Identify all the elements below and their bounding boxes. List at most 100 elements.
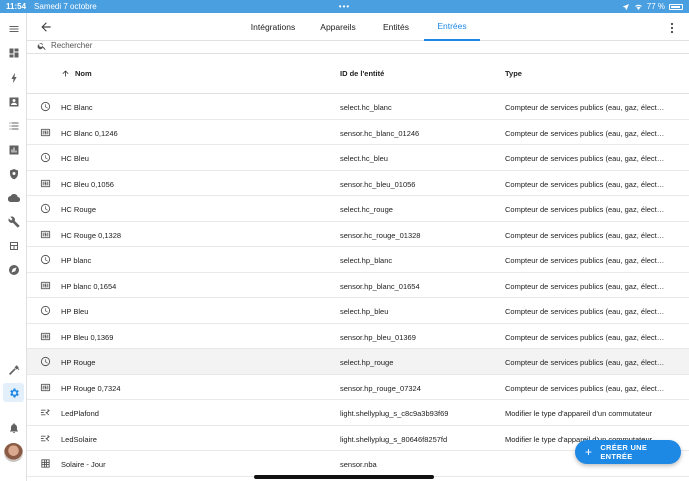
bell-icon[interactable] (6, 420, 21, 435)
row-entity-id: select.hc_rouge (340, 205, 393, 214)
row-name: HP Rouge (61, 358, 96, 367)
hammer-icon[interactable] (6, 362, 21, 377)
row-type: Compteur de services publics (eau, gaz, … (505, 383, 665, 393)
table-row[interactable]: HP blanc select.hp_blanc Compteur de servi… (27, 247, 689, 273)
sort-arrow-up-icon (62, 70, 69, 77)
shield-icon[interactable] (6, 166, 21, 181)
clock-icon (40, 305, 51, 316)
energy-icon[interactable] (6, 70, 21, 85)
row-entity-id: select.hp_bleu (340, 307, 389, 316)
dashboard-icon[interactable] (6, 45, 21, 60)
row-type: Compteur de services publics (eau, gaz, … (505, 358, 665, 367)
row-name: HC Rouge (61, 205, 97, 214)
helpers-table: Nom ID de l'entité Type HC Blanc select.h… (27, 54, 689, 481)
sidebar (0, 13, 27, 481)
column-header-name[interactable]: Nom (61, 69, 92, 78)
row-type: Compteur de services publics (eau, gaz, … (505, 332, 665, 342)
table-row[interactable]: HP Bleu 0,1369 sensor.hp_bleu_01369 Compte… (27, 324, 689, 349)
grid-icon (40, 458, 51, 469)
table-row[interactable]: HC Bleu 0,1056 sensor.hc_bleu_01056 Compte… (27, 171, 689, 196)
map-icon[interactable] (6, 94, 21, 109)
home-indicator[interactable] (254, 475, 434, 479)
row-type: Compteur de services publics (eau, gaz, … (505, 103, 665, 112)
search-input[interactable] (51, 40, 351, 51)
tab-devices[interactable]: Appareils (317, 13, 359, 41)
menu-icon[interactable] (6, 21, 21, 36)
clock-icon (40, 254, 51, 265)
counter-icon (40, 127, 51, 138)
row-entity-id: sensor.hc_bleu_01056 (340, 179, 416, 189)
row-name: HC Bleu (61, 154, 89, 163)
row-entity-id: sensor.hp_bleu_01369 (340, 332, 416, 342)
column-header-type[interactable]: Type (505, 69, 522, 78)
row-entity-id: sensor.hp_blanc_01654 (340, 281, 420, 291)
counter-icon (40, 280, 51, 291)
search-icon (37, 43, 46, 50)
table-row[interactable]: LedPlafond light.shellyplug_s_c8c9a3b93f6… (27, 400, 689, 426)
row-name: LedPlafond (61, 409, 99, 418)
table-row[interactable]: HP Bleu select.hp_bleu Compteur de service… (27, 298, 689, 324)
row-name: LedSolaire (61, 434, 97, 444)
compass-icon[interactable] (6, 262, 21, 277)
gear-icon[interactable] (3, 383, 24, 402)
multitask-dots[interactable]: ••• (0, 2, 689, 11)
table-row[interactable]: HP blanc 0,1654 sensor.hp_blanc_01654 Comp… (27, 273, 689, 298)
clock-icon (40, 203, 51, 214)
battery-icon (669, 3, 683, 10)
cloud-icon[interactable] (6, 190, 21, 205)
row-type: Compteur de services publics (eau, gaz, … (505, 128, 665, 138)
row-entity-id: select.hc_blanc (340, 103, 392, 112)
row-type: Compteur de services publics (eau, gaz, … (505, 230, 665, 240)
table-row[interactable]: HC Rouge select.hc_rouge Compteur de servi… (27, 196, 689, 222)
counter-icon (40, 382, 51, 393)
avatar[interactable] (4, 443, 23, 462)
tab-helpers[interactable]: Entrées (424, 13, 480, 41)
row-name: HC Blanc 0,1246 (61, 128, 118, 138)
history-icon[interactable] (6, 142, 21, 157)
create-helper-label: CRÉER UNE ENTRÉE (600, 443, 648, 461)
row-entity-id: sensor.hc_blanc_01246 (340, 128, 420, 138)
switch-icon (40, 407, 51, 418)
clock-icon (40, 101, 51, 112)
row-entity-id: sensor.hc_rouge_01328 (340, 230, 421, 240)
logbook-icon[interactable] (6, 118, 21, 133)
table-row[interactable]: HP Rouge 0,7324 sensor.hp_rouge_07324 Comp… (27, 375, 689, 400)
row-type: Compteur de services publics (eau, gaz, … (505, 307, 665, 316)
row-entity-id: sensor.nba (340, 460, 377, 469)
row-entity-id: light.shellyplug_s_80646f8257fd (340, 434, 448, 444)
more-options-icon[interactable] (669, 21, 675, 34)
status-bar: 11:54 Samedi 7 octobre ••• 77 % (0, 0, 689, 13)
top-bar: Intégrations Appareils Entités Entrées (27, 13, 689, 41)
media-icon[interactable] (6, 238, 21, 253)
tab-entities[interactable]: Entités (379, 13, 413, 41)
plus-icon: + (585, 445, 593, 459)
tab-integrations[interactable]: Intégrations (249, 13, 297, 41)
back-arrow-icon[interactable] (39, 20, 53, 34)
wrench-icon[interactable] (6, 214, 21, 229)
table-row[interactable]: HC Rouge 0,1328 sensor.hc_rouge_01328 Comp… (27, 222, 689, 247)
row-name: HP Rouge 0,7324 (61, 383, 121, 393)
row-entity-id: select.hp_rouge (340, 358, 394, 367)
table-header: Nom ID de l'entité Type (27, 54, 689, 94)
row-type: Compteur de services publics (eau, gaz, … (505, 179, 665, 189)
switch-icon (40, 433, 51, 444)
counter-icon (40, 178, 51, 189)
row-name: HP Bleu 0,1369 (61, 332, 114, 342)
table-row[interactable]: HC Bleu select.hc_bleu Compteur de service… (27, 145, 689, 171)
column-name-label: Nom (75, 69, 92, 78)
table-row[interactable]: HC Blanc 0,1246 sensor.hc_blanc_01246 Comp… (27, 120, 689, 145)
row-name: HC Rouge 0,1328 (61, 230, 122, 240)
clock-icon (40, 356, 51, 367)
row-type: Modifier le type d'appareil d'un commuta… (505, 409, 653, 418)
search-bar (27, 40, 689, 54)
column-header-id[interactable]: ID de l'entité (340, 69, 384, 78)
row-type: Compteur de services publics (eau, gaz, … (505, 205, 665, 214)
row-name: HC Blanc (61, 103, 93, 112)
create-helper-button[interactable]: + CRÉER UNE ENTRÉE (575, 440, 681, 464)
table-row[interactable]: HP Rouge select.hp_rouge Compteur de servi… (27, 349, 689, 375)
row-entity-id: sensor.hp_rouge_07324 (340, 383, 421, 393)
row-name: HP blanc (61, 256, 92, 265)
table-row[interactable]: HC Blanc select.hc_blanc Compteur de servi… (27, 94, 689, 120)
row-name: HP blanc 0,1654 (61, 281, 117, 291)
row-type: Compteur de services publics (eau, gaz, … (505, 281, 665, 291)
